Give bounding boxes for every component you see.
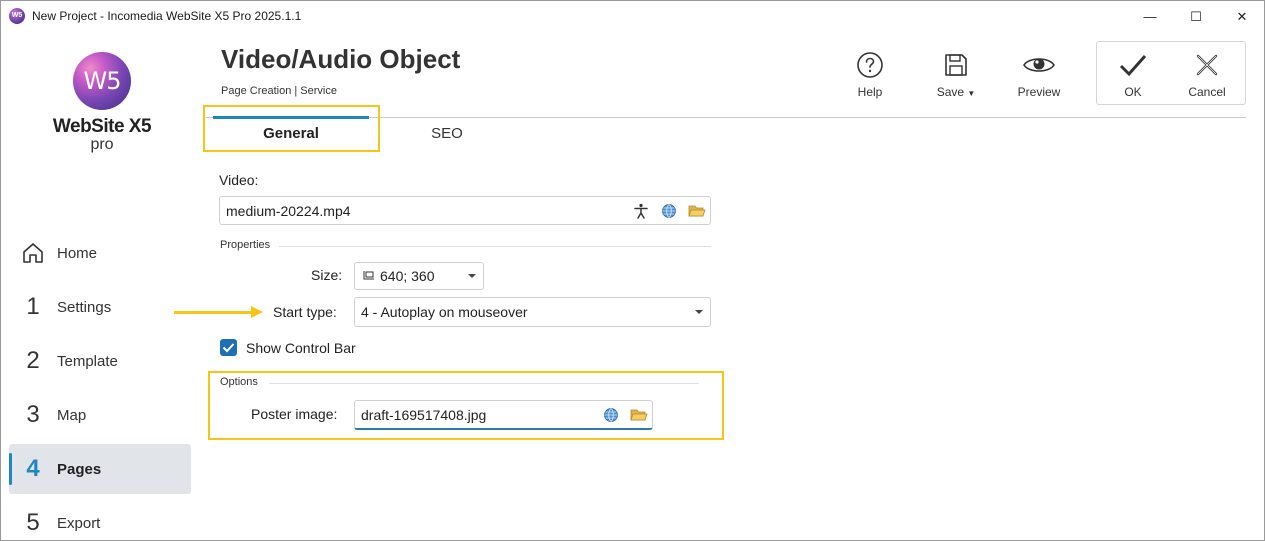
help-icon xyxy=(840,49,900,81)
size-select[interactable]: 640; 360 xyxy=(354,262,484,290)
help-label: Help xyxy=(857,85,883,99)
checkmark-icon xyxy=(1103,49,1163,81)
folder-open-icon[interactable] xyxy=(688,202,706,220)
sidebar-item-label: Pages xyxy=(57,460,102,478)
video-label: Video: xyxy=(219,172,259,188)
sidebar-item-label: Export xyxy=(57,514,101,532)
sidebar-item-label: Template xyxy=(57,352,118,370)
ok-button[interactable]: OK xyxy=(1103,49,1163,99)
logo-name: WebSite X5 xyxy=(52,116,152,137)
sidebar-item-pages[interactable]: 4 Pages xyxy=(9,444,191,494)
properties-divider xyxy=(279,246,711,247)
general-tab-highlight xyxy=(203,105,380,152)
window-title: New Project - Incomedia WebSite X5 Pro 2… xyxy=(32,9,302,23)
options-highlight xyxy=(208,371,724,440)
sidebar-item-settings[interactable]: 1 Settings xyxy=(9,282,191,332)
sidebar-item-template[interactable]: 2 Template xyxy=(9,336,191,386)
size-label: Size: xyxy=(311,267,343,283)
sidebar-item-number: 5 xyxy=(26,509,40,536)
sidebar-item-number: 1 xyxy=(26,293,40,320)
properties-heading: Properties xyxy=(220,239,271,251)
chevron-down-icon xyxy=(468,274,476,278)
tab-seo[interactable]: SEO xyxy=(411,119,483,149)
chevron-down-icon xyxy=(695,310,703,314)
save-dropdown-icon[interactable]: ▼ xyxy=(967,89,975,98)
preview-label: Preview xyxy=(1017,85,1061,99)
save-button[interactable]: Save ▼ xyxy=(926,49,986,99)
checkmark-icon xyxy=(222,343,235,353)
logo-mark: W5 xyxy=(73,52,131,110)
size-value: 640; 360 xyxy=(380,268,435,284)
start-type-select[interactable]: 4 - Autoplay on mouseover xyxy=(354,297,711,327)
cancel-button[interactable]: Cancel xyxy=(1177,49,1237,99)
breadcrumb: Page Creation | Service xyxy=(221,85,337,97)
sidebar: W5 WebSite X5 pro Home 1 Settings 2 Temp… xyxy=(1,32,201,540)
accessibility-icon[interactable] xyxy=(632,202,650,220)
sidebar-item-label: Home xyxy=(57,244,98,262)
cancel-label: Cancel xyxy=(1188,85,1226,99)
start-type-value: 4 - Autoplay on mouseover xyxy=(361,304,528,320)
title-bar: W5 New Project - Incomedia WebSite X5 Pr… xyxy=(1,1,1264,32)
video-value: medium-20224.mp4 xyxy=(226,202,351,219)
sidebar-item-number: 2 xyxy=(26,347,40,374)
sidebar-item-export[interactable]: 5 Export xyxy=(9,498,191,540)
video-field[interactable]: medium-20224.mp4 xyxy=(219,196,711,225)
sidebar-item-label: Settings xyxy=(57,298,112,316)
globe-icon[interactable] xyxy=(660,202,678,220)
logo: W5 WebSite X5 pro xyxy=(46,52,158,162)
sidebar-nav: Home 1 Settings 2 Template 3 Map 4 Pages… xyxy=(9,228,191,540)
start-type-label: Start type: xyxy=(273,304,337,320)
save-label: Save xyxy=(936,85,965,99)
sidebar-item-number: 4 xyxy=(26,455,40,482)
show-control-bar-checkbox[interactable] xyxy=(220,339,237,356)
sidebar-item-label: Map xyxy=(57,406,87,424)
home-icon xyxy=(9,241,57,265)
close-icon xyxy=(1177,49,1237,81)
maximize-button[interactable]: ☐ xyxy=(1173,1,1219,32)
help-button[interactable]: Help xyxy=(840,49,900,99)
preview-button[interactable]: Preview xyxy=(1009,49,1069,99)
app-icon: W5 xyxy=(9,8,25,24)
logo-edition: pro xyxy=(90,136,114,153)
close-window-button[interactable]: ✕ xyxy=(1219,1,1264,32)
sidebar-item-map[interactable]: 3 Map xyxy=(9,390,191,440)
eye-icon xyxy=(1009,49,1069,81)
annotation-arrow-line xyxy=(174,311,254,314)
ok-label: OK xyxy=(1124,85,1142,99)
annotation-arrow-icon xyxy=(251,306,263,318)
sidebar-item-number: 3 xyxy=(26,401,40,428)
app-window: W5 New Project - Incomedia WebSite X5 Pr… xyxy=(0,0,1265,541)
sidebar-item-home[interactable]: Home xyxy=(9,228,191,278)
minimize-button[interactable]: — xyxy=(1127,1,1173,32)
show-control-bar-label[interactable]: Show Control Bar xyxy=(246,340,356,356)
resize-icon xyxy=(361,270,375,282)
save-icon xyxy=(926,49,986,81)
page-title: Video/Audio Object xyxy=(221,44,461,74)
